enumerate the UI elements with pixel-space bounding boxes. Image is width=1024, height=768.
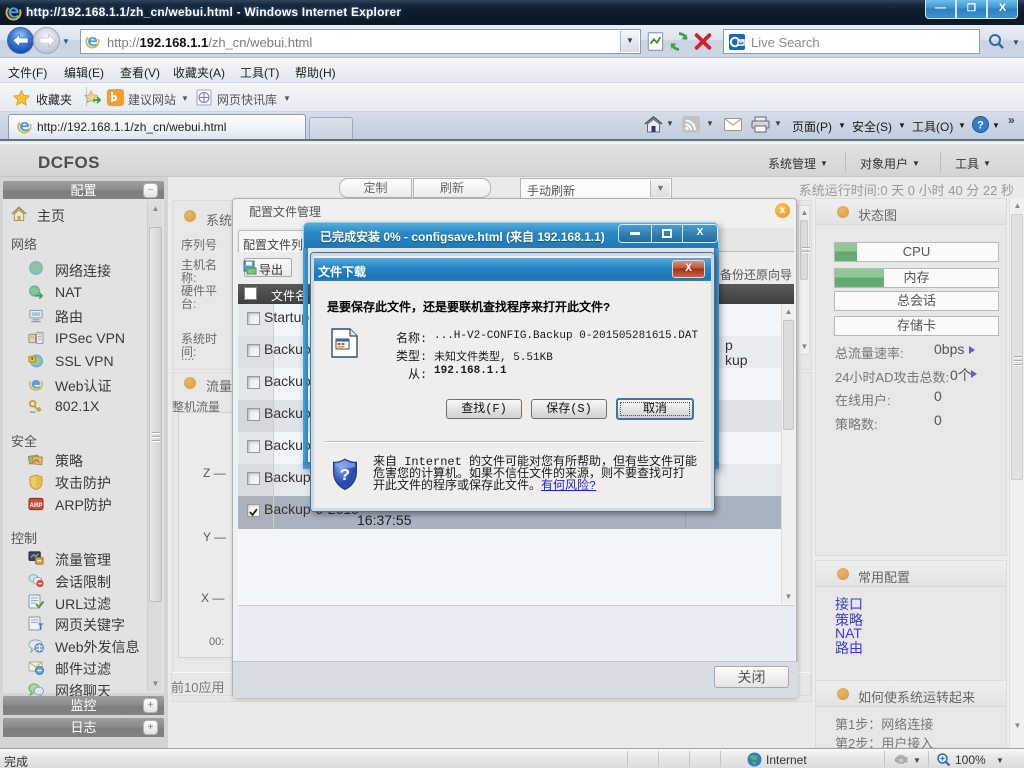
svg-text:T: T [38, 622, 44, 632]
svg-text:?: ? [977, 120, 984, 132]
svg-text:?: ? [340, 467, 350, 486]
svg-text:ARP: ARP [30, 502, 43, 509]
